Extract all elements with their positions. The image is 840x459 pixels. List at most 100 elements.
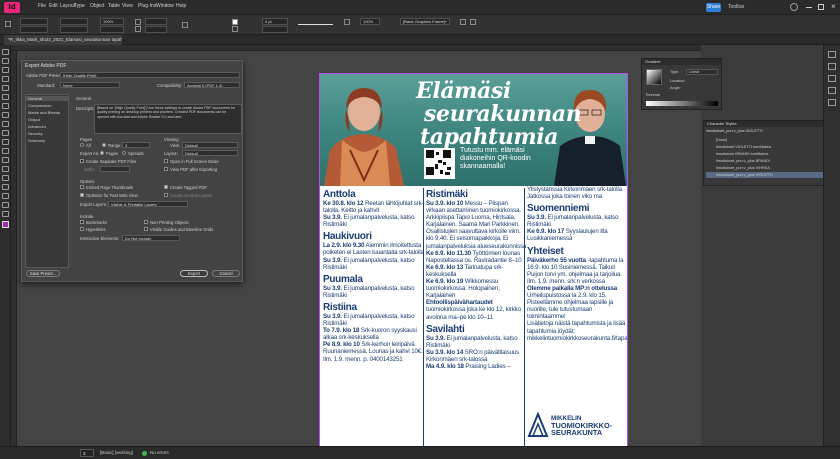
y-field[interactable] (20, 26, 48, 33)
stroke-type-field[interactable] (262, 26, 288, 33)
view-select[interactable]: Default (182, 142, 238, 148)
save-preset-button[interactable]: Save Preset... (26, 270, 60, 277)
export-spreads-radio[interactable] (122, 151, 126, 155)
gradient-swatch-tool-icon[interactable] (2, 166, 9, 172)
close-icon[interactable]: × (831, 2, 836, 12)
effects-icon[interactable] (344, 19, 350, 25)
page-number-field[interactable]: 3 (80, 449, 94, 457)
opacity-field[interactable]: 100% (360, 18, 380, 25)
search-icon[interactable] (790, 3, 798, 11)
gradient-swatch[interactable] (646, 69, 662, 85)
preflight-status-icon[interactable] (142, 451, 147, 456)
document-tab[interactable]: *R_Ilkka_Mark_sfo22_2021_Elamasi_seuraku… (4, 35, 122, 45)
scissors-tool-icon[interactable] (2, 148, 9, 154)
pages-all-radio[interactable] (80, 143, 84, 147)
interactive-select[interactable]: Do Not Include (122, 235, 180, 241)
hyperlinks-checkbox[interactable] (80, 227, 84, 231)
menu-item-window[interactable]: Window (156, 3, 174, 9)
workspace-switcher[interactable]: Toolbar (728, 4, 744, 10)
export-pages-radio[interactable] (100, 151, 104, 155)
fill-color-icon[interactable] (2, 221, 9, 228)
character-style-item[interactable]: [None] (706, 137, 823, 143)
rotate-field[interactable] (145, 18, 167, 25)
rectangle-frame-tool-icon[interactable] (2, 130, 9, 136)
maximize-icon[interactable] (818, 4, 824, 10)
scale-field[interactable] (100, 26, 124, 33)
sidebar-item-summary[interactable]: Summary (28, 138, 45, 143)
description-text[interactable]: [Based on '[High Quality Print]'] Use th… (94, 104, 242, 134)
sidebar-item-output[interactable]: Output (28, 117, 40, 122)
suffix-field[interactable] (100, 166, 130, 172)
note-tool-icon[interactable] (2, 184, 9, 190)
line-tool-icon[interactable] (2, 103, 9, 109)
share-button[interactable]: Share (706, 3, 721, 12)
acrobat-layers-checkbox[interactable] (164, 193, 168, 197)
shear-field[interactable] (145, 26, 167, 33)
character-styles-title[interactable]: Character Styles (704, 121, 825, 127)
zoom-field[interactable]: 100% (100, 18, 124, 25)
master-label[interactable]: [Basic] (working) (100, 450, 133, 455)
document-page[interactable]: Elämäsi seurakunnan tapahtumia Tutustu m… (319, 73, 628, 448)
sidebar-item-marks-bleeds[interactable]: Marks and Bleeds (28, 110, 60, 115)
minimize-icon[interactable] (806, 7, 812, 8)
fitting-icon[interactable] (460, 19, 466, 25)
direct-selection-tool-icon[interactable] (2, 58, 9, 64)
pages-range-radio[interactable] (102, 143, 106, 147)
gradient-feather-tool-icon[interactable] (2, 175, 9, 181)
visible-guides-checkbox[interactable] (144, 227, 148, 231)
standard-select[interactable]: None (60, 82, 120, 88)
eyedropper-tool-icon[interactable] (2, 193, 9, 199)
zoom-tool-icon[interactable] (2, 211, 9, 217)
gradient-ramp[interactable] (646, 101, 718, 106)
menu-item-file[interactable]: File (38, 3, 46, 9)
sidebar-item-security[interactable]: Security (28, 131, 42, 136)
export-layers-select[interactable]: Visible & Printable Layers (108, 201, 188, 207)
separate-files-checkbox[interactable] (80, 159, 84, 163)
menu-item-type[interactable]: Type (74, 3, 85, 9)
menu-item-layout[interactable]: Layout (60, 3, 75, 9)
export-button[interactable]: Export (180, 270, 208, 277)
character-style-item[interactable]: Ilmoitukset VIOLETTI tumMakea (706, 144, 823, 150)
object-style-field[interactable]: [Basic Graphics Frame]+ (400, 18, 450, 25)
menu-item-help[interactable]: Help (176, 3, 186, 9)
character-style-item[interactable]: Ilmoitukset BRANDI tumMakea (706, 151, 823, 157)
links-panel-icon[interactable] (828, 75, 836, 82)
character-style-item[interactable]: Ilmoitukset_pun.v_plus BRANDI (706, 158, 823, 164)
gradient-panel-title[interactable]: Gradient (642, 59, 721, 65)
type-tool-icon[interactable] (2, 94, 9, 100)
pencil-tool-icon[interactable] (2, 121, 9, 127)
layers-panel-icon[interactable] (828, 63, 836, 70)
optimize-checkbox[interactable] (80, 193, 84, 197)
menu-item-object[interactable]: Object (90, 3, 104, 9)
view-after-checkbox[interactable] (164, 167, 168, 171)
stroke-panel-icon[interactable] (828, 87, 836, 94)
width-field[interactable] (60, 18, 88, 25)
tagged-pdf-checkbox[interactable] (164, 185, 168, 189)
rotate-icon[interactable] (135, 19, 141, 25)
selection-tool-icon[interactable] (2, 49, 9, 55)
x-field[interactable] (20, 18, 48, 25)
nonprinting-checkbox[interactable] (144, 220, 148, 224)
fill-swatch-icon[interactable] (232, 19, 238, 25)
pages-panel-icon[interactable] (828, 51, 836, 58)
compatibility-select[interactable]: Acrobat 5 (PDF 1.4) (184, 82, 240, 88)
menu-item-edit[interactable]: Edit (49, 3, 58, 9)
free-transform-tool-icon[interactable] (2, 157, 9, 163)
preflight-label[interactable]: No errors (150, 450, 169, 455)
flip-icon[interactable] (182, 22, 188, 28)
pages-range-field[interactable]: 3 (122, 142, 150, 148)
shear-icon[interactable] (135, 26, 141, 32)
embed-thumbs-checkbox[interactable] (80, 185, 84, 189)
stroke-weight-field[interactable]: 0 pt (262, 18, 288, 25)
fullscreen-checkbox[interactable] (164, 159, 168, 163)
hand-tool-icon[interactable] (2, 202, 9, 208)
page-tool-icon[interactable] (2, 67, 9, 73)
gap-tool-icon[interactable] (2, 76, 9, 82)
layout-select[interactable]: Default (182, 150, 238, 156)
menu-item-view[interactable]: View (122, 3, 133, 9)
height-field[interactable] (60, 26, 88, 33)
cancel-button[interactable]: Cancel (212, 270, 240, 277)
reference-point-icon[interactable] (5, 21, 11, 27)
preset-select[interactable]: [High Quality Print] (60, 72, 240, 78)
stroke-swatch-icon[interactable] (232, 26, 238, 32)
